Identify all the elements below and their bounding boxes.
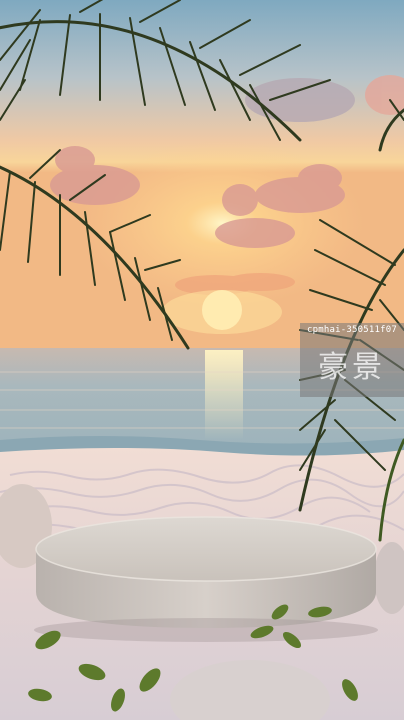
stone-podium xyxy=(34,516,378,642)
watermark-id: cpmhai-350511f07 xyxy=(307,325,397,335)
beach-sunset-scene: cpmhai-350511f07 豪景 xyxy=(0,0,404,720)
watermark-logo: 豪景 xyxy=(318,350,386,385)
watermark: cpmhai-350511f07 豪景 xyxy=(300,323,404,397)
sun-reflection xyxy=(205,350,243,440)
svg-text:豪景: 豪景 xyxy=(318,350,386,385)
